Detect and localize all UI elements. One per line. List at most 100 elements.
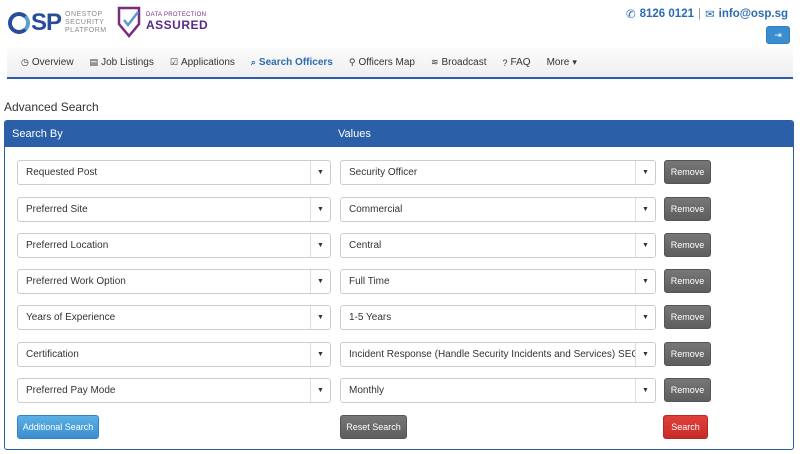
panel-header: Search By Values <box>5 121 793 147</box>
advanced-search-panel: Search By Values Requested Post ▼ Security… <box>4 120 794 450</box>
search-by-value: Preferred Work Option <box>26 276 126 287</box>
chevron-down-icon: ▼ <box>635 198 655 221</box>
remove-button[interactable]: Remove <box>664 233 711 257</box>
remove-button[interactable]: Remove <box>664 269 711 293</box>
additional-search-button[interactable]: Additional Search <box>17 415 99 439</box>
value-select[interactable]: 1-5 Years ▼ <box>340 305 656 330</box>
chevron-down-icon: ▼ <box>635 343 655 366</box>
nav-overview[interactable]: ◷ Overview <box>13 48 82 77</box>
chevron-down-icon: ▼ <box>635 234 655 257</box>
value-text: Full Time <box>349 276 390 287</box>
phone-number[interactable]: 8126 0121 <box>640 8 694 20</box>
remove-button[interactable]: Remove <box>664 342 711 366</box>
caret-down-icon: ▾ <box>572 57 577 67</box>
value-text: 1-5 Years <box>349 312 392 323</box>
contact-info: ✆ 8126 0121 | ✉ info@osp.sg <box>626 7 788 21</box>
logo-sub-line-1: ONESTOP <box>65 11 103 18</box>
chevron-down-icon: ▼ <box>635 161 655 184</box>
header: SP ONESTOP SECURITY PLATFORM DATA PROTEC… <box>0 0 800 50</box>
search-by-value: Requested Post <box>26 167 98 178</box>
chevron-down-icon: ▼ <box>310 306 330 329</box>
value-text: Commercial <box>349 204 403 215</box>
nav-faq[interactable]: ? FAQ <box>495 48 539 77</box>
value-select[interactable]: Full Time ▼ <box>340 269 656 294</box>
search-by-value: Preferred Pay Mode <box>26 385 116 396</box>
page-title: Advanced Search <box>4 100 99 114</box>
rss-icon: ≋ <box>430 57 439 67</box>
value-text: Monthly <box>349 385 385 396</box>
nav-broadcast-label: Broadcast <box>441 57 487 68</box>
value-select[interactable]: Commercial ▼ <box>340 197 656 222</box>
search-by-select[interactable]: Preferred Site ▼ <box>17 197 331 222</box>
dpa-shield-icon <box>117 6 141 38</box>
dpa-big-text: ASSURED <box>146 18 209 32</box>
sign-out-icon: ⇥ <box>774 29 782 40</box>
nav-more-label: More <box>546 57 570 68</box>
remove-button[interactable]: Remove <box>664 378 711 402</box>
data-protection-badge: DATA PROTECTION ASSURED <box>116 6 208 38</box>
reset-search-button[interactable]: Reset Search <box>340 415 407 439</box>
chevron-down-icon: ▼ <box>635 270 655 293</box>
main-nav: ◷ Overview ▤ Job Listings ☑ Applications… <box>7 48 793 79</box>
search-by-select[interactable]: Preferred Location ▼ <box>17 233 331 258</box>
search-by-value: Years of Experience <box>26 312 116 323</box>
logo-sub-line-2: SECURITY <box>65 19 105 26</box>
search-by-header: Search By <box>12 128 63 140</box>
nav-officers-map-label: Officers Map <box>358 57 415 68</box>
list-icon: ▤ <box>89 57 99 67</box>
envelope-icon: ✉ <box>705 9 715 21</box>
search-icon: ⌕ <box>250 57 256 67</box>
value-select[interactable]: Monthly ▼ <box>340 378 656 403</box>
email-link[interactable]: info@osp.sg <box>719 8 788 20</box>
nav-applications[interactable]: ☑ Applications <box>162 48 243 77</box>
value-select[interactable]: Security Officer ▼ <box>340 160 656 185</box>
osp-logo-subtitle: ONESTOP SECURITY PLATFORM <box>65 11 107 35</box>
nav-more-dropdown[interactable]: More ▾ <box>539 48 585 77</box>
chevron-down-icon: ▼ <box>635 379 655 402</box>
chevron-down-icon: ▼ <box>310 343 330 366</box>
values-header: Values <box>338 128 371 140</box>
chevron-down-icon: ▼ <box>310 198 330 221</box>
search-button[interactable]: Search <box>663 415 708 439</box>
question-circle-icon: ? <box>502 57 508 68</box>
map-marker-icon: ⚲ <box>348 57 356 67</box>
phone-icon: ✆ <box>625 9 636 21</box>
search-by-select[interactable]: Requested Post ▼ <box>17 160 331 185</box>
remove-button[interactable]: Remove <box>664 160 711 184</box>
check-square-icon: ☑ <box>169 57 178 67</box>
osp-logo-text: SP <box>31 9 62 36</box>
nav-broadcast[interactable]: ≋ Broadcast <box>423 48 495 77</box>
osp-logo[interactable]: SP ONESTOP SECURITY PLATFORM <box>8 9 107 37</box>
remove-button[interactable]: Remove <box>664 305 711 329</box>
value-text: Incident Response (Handle Security Incid… <box>349 349 639 360</box>
search-by-value: Certification <box>26 349 79 360</box>
value-text: Security Officer <box>349 167 418 178</box>
nav-applications-label: Applications <box>180 57 235 68</box>
nav-job-listings-label: Job Listings <box>101 57 154 68</box>
chevron-down-icon: ▼ <box>310 234 330 257</box>
chevron-down-icon: ▼ <box>310 270 330 293</box>
search-by-value: Preferred Site <box>26 204 88 215</box>
value-select[interactable]: Incident Response (Handle Security Incid… <box>340 342 656 367</box>
value-text: Central <box>349 240 382 251</box>
value-select[interactable]: Central ▼ <box>340 233 656 258</box>
nav-search-officers[interactable]: ⌕ Search Officers <box>243 48 341 77</box>
chevron-down-icon: ▼ <box>635 306 655 329</box>
search-by-select[interactable]: Certification ▼ <box>17 342 331 367</box>
chevron-down-icon: ▼ <box>310 379 330 402</box>
search-by-value: Preferred Location <box>26 240 109 251</box>
nav-job-listings[interactable]: ▤ Job Listings <box>82 48 162 77</box>
nav-search-officers-label: Search Officers <box>258 57 333 68</box>
logo-sub-line-3: PLATFORM <box>65 27 107 34</box>
search-by-select[interactable]: Preferred Work Option ▼ <box>17 269 331 294</box>
osp-logo-o-icon <box>8 12 30 34</box>
dashboard-icon: ◷ <box>21 57 29 67</box>
nav-faq-label: FAQ <box>510 57 531 68</box>
contact-separator: | <box>698 8 701 20</box>
logout-button[interactable]: ⇥ <box>766 26 790 44</box>
remove-button[interactable]: Remove <box>664 197 711 221</box>
osp-logo-mark: SP <box>8 9 62 37</box>
search-by-select[interactable]: Preferred Pay Mode ▼ <box>17 378 331 403</box>
search-by-select[interactable]: Years of Experience ▼ <box>17 305 331 330</box>
nav-officers-map[interactable]: ⚲ Officers Map <box>341 48 423 77</box>
